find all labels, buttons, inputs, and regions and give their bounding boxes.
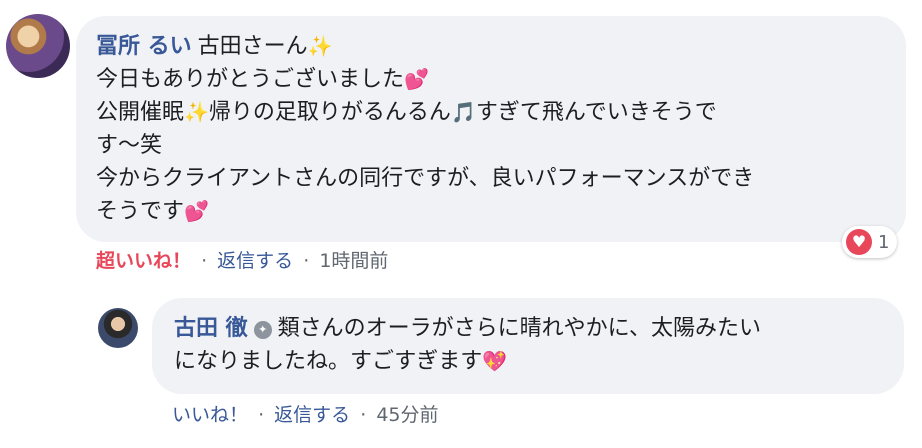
comment-line-3c: すぎて飛んでいきそうで	[475, 100, 717, 125]
comment-line-2: 今日もありがとうございました	[96, 67, 405, 92]
shield-badge-icon: ✦	[253, 321, 272, 339]
reply-bubble: 古田 徹 ✦ 類さんのオーラがさらに晴れやかに、太陽みたい になりましたね。すごすぎ…	[152, 298, 904, 394]
separator: ·	[303, 250, 310, 272]
comment-line-3a: 公開催眠	[96, 100, 185, 125]
replier-avatar[interactable]	[98, 308, 138, 348]
reaction-count: 1	[878, 231, 890, 253]
music-note-icon: 🎵	[450, 100, 476, 124]
comment-actions: 超いいね！ · 返信する · 1時間前	[96, 246, 392, 273]
separator: ·	[258, 404, 265, 426]
sparkling-heart-icon: 💖	[482, 349, 508, 373]
like-button[interactable]: いいね！	[172, 404, 248, 426]
comment-author-name[interactable]: 冨所 るい	[96, 34, 192, 59]
two-hearts-icon: 💕	[184, 199, 209, 223]
separator: ·	[201, 250, 208, 272]
super-like-button[interactable]: 超いいね！	[96, 250, 191, 272]
reply-timestamp[interactable]: 45分前	[376, 404, 438, 426]
reply-button[interactable]: 返信する	[274, 404, 350, 426]
comment-line-4: す〜笑	[96, 133, 163, 158]
sparkles-icon: ✨	[307, 34, 333, 58]
two-hearts-icon: 💕	[404, 67, 429, 91]
reply-line-2: になりましたね。すごすぎます	[174, 349, 483, 374]
reaction-summary[interactable]: ♥ 1	[842, 226, 898, 258]
comment-timestamp[interactable]: 1時間前	[319, 250, 388, 272]
comment-line-3b: 帰りの足取りがるんるん	[208, 100, 451, 125]
sparkles-icon: ✨	[184, 100, 209, 124]
comment-line-5: 今からクライアントさんの同行ですが、良いパフォーマンスができ	[96, 166, 755, 191]
love-reaction-icon: ♥	[846, 229, 872, 255]
reply-author-name[interactable]: 古田 徹	[174, 316, 248, 341]
comment-bubble: 冨所 るい 古田さーん✨ 今日もありがとうございました💕 公開催眠✨帰りの足取りが…	[76, 16, 906, 242]
separator: ·	[360, 404, 367, 426]
comment-line-1: 古田さーん	[197, 34, 308, 59]
reply-button[interactable]: 返信する	[217, 250, 293, 272]
commenter-avatar[interactable]	[6, 14, 70, 78]
comment-line-6: そうです	[96, 199, 185, 224]
reply-actions: いいね！ · 返信する · 45分前	[172, 400, 443, 427]
reply-line-1: 類さんのオーラがさらに晴れやかに、太陽みたい	[277, 316, 762, 341]
